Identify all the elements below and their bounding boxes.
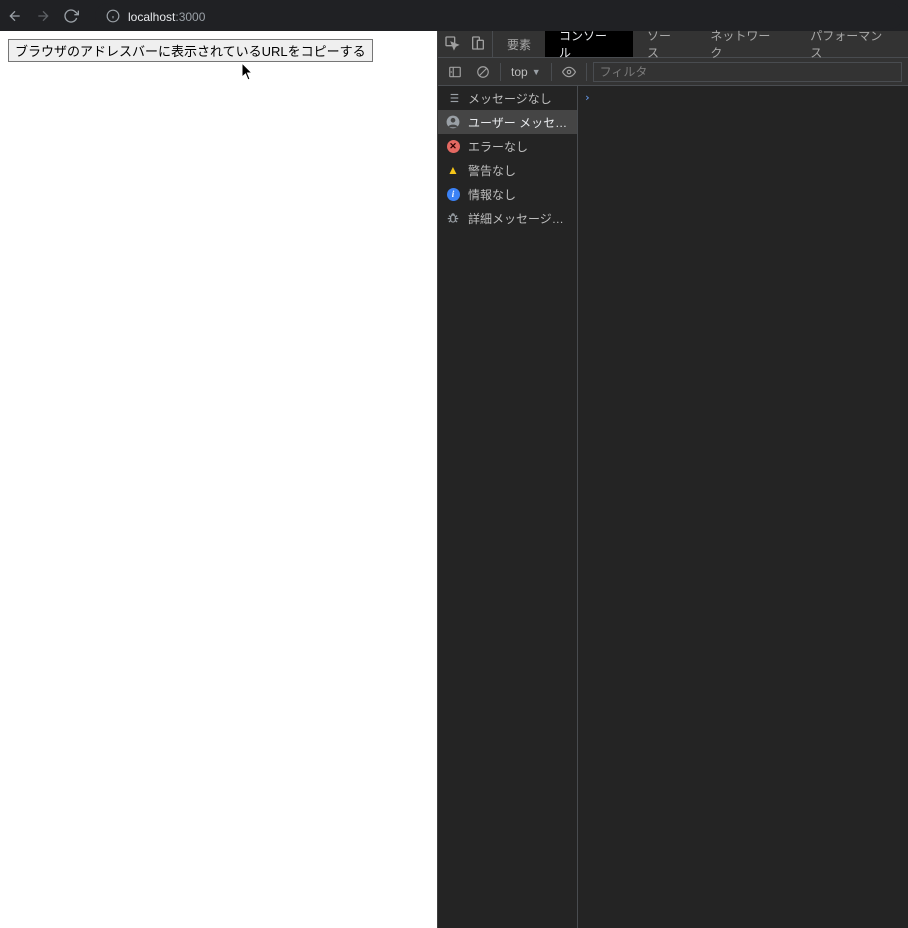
sidebar-item-label: 警告なし <box>468 162 516 179</box>
page-content: ブラウザのアドレスバーに表示されているURLをコピーする <box>0 31 437 928</box>
sidebar-item-warnings[interactable]: 警告なし <box>438 158 577 182</box>
forward-button[interactable] <box>33 6 53 26</box>
reload-button[interactable] <box>61 6 81 26</box>
tab-performance[interactable]: パフォーマンス <box>796 31 908 57</box>
tab-console[interactable]: コンソール <box>545 31 633 57</box>
user-icon <box>446 115 460 129</box>
tab-network[interactable]: ネットワーク <box>696 31 796 57</box>
devtools-panel: 要素 コンソール ソース ネットワーク パフォーマンス top ▼ <box>437 31 908 928</box>
info-icon <box>447 188 460 201</box>
sidebar-item-label: メッセージなし <box>468 90 552 107</box>
arrow-right-icon <box>35 8 51 24</box>
console-prompt: › <box>584 91 591 104</box>
reload-icon <box>63 8 79 24</box>
console-sidebar: メッセージなし ユーザー メッセージなし エラーなし 警告なし <box>438 86 578 928</box>
error-icon <box>447 140 460 153</box>
console-toolbar: top ▼ <box>438 58 908 86</box>
arrow-left-icon <box>7 8 23 24</box>
console-output[interactable]: › <box>578 86 908 928</box>
sidebar-item-label: 情報なし <box>468 186 516 203</box>
context-selector-label: top <box>511 65 528 79</box>
separator <box>500 63 501 81</box>
bug-icon <box>446 211 460 225</box>
toggle-sidebar-button[interactable] <box>444 61 466 83</box>
sidebar-item-label: エラーなし <box>468 138 528 155</box>
url-text: localhost:3000 <box>128 8 205 24</box>
device-toolbar-icon[interactable] <box>470 35 486 54</box>
address-bar[interactable]: localhost:3000 <box>95 3 903 29</box>
inspect-element-icon[interactable] <box>444 35 460 54</box>
back-button[interactable] <box>5 6 25 26</box>
sidebar-item-label: ユーザー メッセージなし <box>468 114 569 131</box>
clear-console-button[interactable] <box>472 61 494 83</box>
tab-elements[interactable]: 要素 <box>493 31 545 57</box>
sidebar-item-messages[interactable]: メッセージなし <box>438 86 577 110</box>
sidebar-item-errors[interactable]: エラーなし <box>438 134 577 158</box>
tab-sources[interactable]: ソース <box>633 31 696 57</box>
filter-input[interactable] <box>593 62 902 82</box>
sidebar-item-user[interactable]: ユーザー メッセージなし <box>438 110 577 134</box>
live-expression-button[interactable] <box>558 61 580 83</box>
chevron-down-icon: ▼ <box>532 67 541 77</box>
sidebar-item-verbose[interactable]: 詳細メッセージなし <box>438 206 577 230</box>
copy-url-button[interactable]: ブラウザのアドレスバーに表示されているURLをコピーする <box>8 39 373 62</box>
site-info-icon[interactable] <box>105 8 120 23</box>
sidebar-item-info[interactable]: 情報なし <box>438 182 577 206</box>
devtools-tabbar: 要素 コンソール ソース ネットワーク パフォーマンス <box>438 31 908 58</box>
separator <box>586 63 587 81</box>
list-icon <box>446 91 460 105</box>
context-selector[interactable]: top ▼ <box>507 65 545 79</box>
cursor-icon <box>242 63 256 81</box>
sidebar-item-label: 詳細メッセージなし <box>468 210 569 227</box>
separator <box>551 63 552 81</box>
warning-icon <box>446 163 460 177</box>
